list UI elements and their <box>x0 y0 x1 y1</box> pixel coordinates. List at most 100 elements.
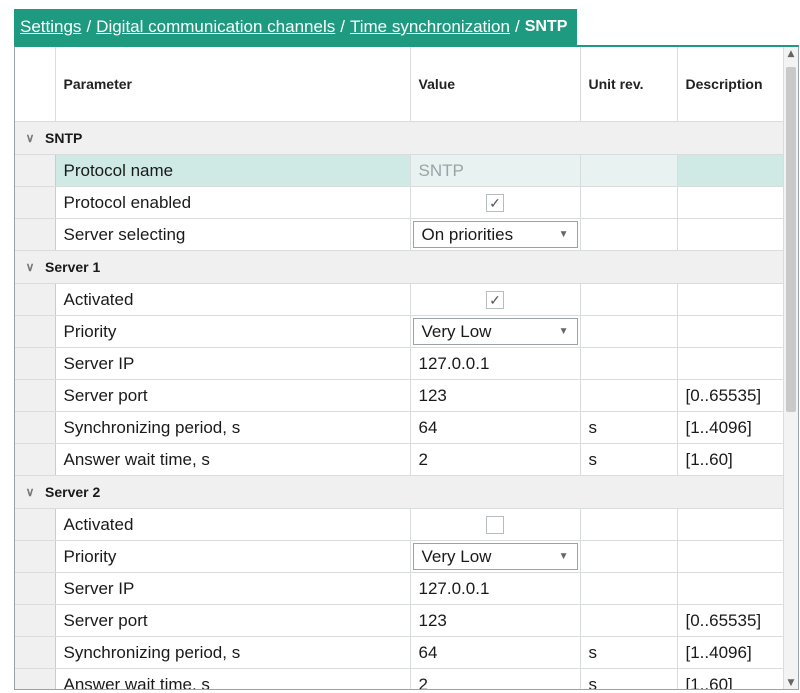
chevron-down-icon[interactable]: ∨ <box>15 485 45 499</box>
check-icon[interactable]: ✓ <box>486 194 504 213</box>
dropdown-value: Very Low <box>421 546 492 566</box>
unit-cell <box>580 572 678 605</box>
row-gutter <box>15 186 56 219</box>
header-parameter[interactable]: Parameter <box>55 47 411 122</box>
row-gutter <box>15 636 56 669</box>
table-row[interactable]: Protocol name SNTP <box>15 154 788 187</box>
unit-cell <box>580 604 678 637</box>
scroll-down-icon[interactable]: ▼ <box>784 676 798 689</box>
header-description[interactable]: Description <box>677 47 788 122</box>
value-cell[interactable]: Very Low ▼ <box>410 540 581 573</box>
breadcrumb-current: SNTP <box>524 18 568 35</box>
group-title: Server 2 <box>45 484 101 500</box>
row-gutter <box>15 668 56 689</box>
row-gutter <box>15 443 56 476</box>
value-cell[interactable]: SNTP <box>410 154 581 187</box>
breadcrumb-time-synchronization[interactable]: Time synchronization <box>350 17 510 37</box>
table-row[interactable]: Synchronizing period, s 64 s [1..4096] <box>15 411 788 444</box>
breadcrumb-separator: / <box>340 17 345 36</box>
table-row[interactable]: Priority Very Low ▼ <box>15 315 788 348</box>
breadcrumb-digital-communication-channels[interactable]: Digital communication channels <box>96 17 335 37</box>
value-dropdown[interactable]: On priorities ▼ <box>412 221 578 248</box>
dropdown-arrow-icon[interactable]: ▼ <box>559 551 569 562</box>
vertical-scrollbar[interactable]: ▲ ▼ <box>783 47 798 689</box>
value-cell[interactable]: ✓ <box>410 283 581 316</box>
parameter-cell: Activated <box>55 283 411 316</box>
scrollbar-thumb[interactable] <box>786 67 796 412</box>
breadcrumb-settings[interactable]: Settings <box>20 17 81 37</box>
parameter-cell: Priority <box>55 315 411 348</box>
table-row[interactable]: Activated ✓ <box>15 283 788 316</box>
table-row[interactable]: Answer wait time, s 2 s [1..60] <box>15 443 788 476</box>
value-cell[interactable]: ✓ <box>410 186 581 219</box>
table-row[interactable]: Answer wait time, s 2 s [1..60] <box>15 668 788 689</box>
parameter-cell: Protocol enabled <box>55 186 411 219</box>
dropdown-arrow-icon[interactable]: ▼ <box>559 229 569 240</box>
parameter-cell: Server port <box>55 604 411 637</box>
checkbox[interactable] <box>486 516 504 535</box>
check-icon[interactable]: ✓ <box>486 291 504 310</box>
table-row[interactable]: Server IP 127.0.0.1 <box>15 572 788 605</box>
description-cell: [0..65535] <box>677 604 788 637</box>
value-cell[interactable]: 127.0.0.1 <box>410 347 581 380</box>
value-cell[interactable] <box>410 508 581 541</box>
unit-cell: s <box>580 636 678 669</box>
value-cell[interactable]: 123 <box>410 379 581 412</box>
parameter-grid: Parameter Value Unit rev. Description ∨ S… <box>14 45 799 690</box>
breadcrumb-separator: / <box>514 17 520 36</box>
value-cell[interactable]: Very Low ▼ <box>410 315 581 348</box>
unit-cell: s <box>580 668 678 689</box>
unit-cell: s <box>580 411 678 444</box>
table-row[interactable]: Activated <box>15 508 788 541</box>
table-header: Parameter Value Unit rev. Description <box>15 47 788 122</box>
unit-cell <box>580 508 678 541</box>
value-cell[interactable]: On priorities ▼ <box>410 218 581 251</box>
dropdown-arrow-icon[interactable]: ▼ <box>559 326 569 337</box>
value-cell[interactable]: 64 <box>410 411 581 444</box>
description-cell <box>677 218 788 251</box>
value-dropdown[interactable]: Very Low ▼ <box>412 318 578 345</box>
value-cell[interactable]: 123 <box>410 604 581 637</box>
value-cell[interactable]: 2 <box>410 668 581 689</box>
group-cell: ∨ Server 2 <box>15 475 787 509</box>
table-row[interactable]: Server IP 127.0.0.1 <box>15 347 788 380</box>
dropdown-value: Very Low <box>421 321 492 341</box>
table-row[interactable]: Server selecting On priorities ▼ <box>15 218 788 251</box>
row-gutter <box>15 572 56 605</box>
value-cell[interactable]: 127.0.0.1 <box>410 572 581 605</box>
group-header: ∨ Server 1 <box>15 251 787 283</box>
value-cell[interactable]: 64 <box>410 636 581 669</box>
table-row[interactable]: Priority Very Low ▼ <box>15 540 788 573</box>
unit-cell <box>580 186 678 219</box>
group-row[interactable]: ∨ Server 1 <box>15 250 787 284</box>
breadcrumb: Settings / Digital communication channel… <box>14 9 578 45</box>
chevron-down-icon[interactable]: ∨ <box>15 260 45 274</box>
group-row[interactable]: ∨ Server 2 <box>15 475 787 509</box>
description-cell: [1..4096] <box>677 636 788 669</box>
parameter-cell: Server IP <box>55 347 411 380</box>
unit-cell <box>580 154 678 187</box>
scroll-up-icon[interactable]: ▲ <box>784 47 798 61</box>
header-unit-rev[interactable]: Unit rev. <box>580 47 678 122</box>
group-row[interactable]: ∨ SNTP <box>15 121 787 155</box>
group-cell: ∨ Server 1 <box>15 250 787 284</box>
value-dropdown[interactable]: Very Low ▼ <box>412 543 578 570</box>
table-row[interactable]: Protocol enabled ✓ <box>15 186 788 219</box>
parameter-cell: Answer wait time, s <box>55 443 411 476</box>
description-cell: [1..60] <box>677 668 788 689</box>
dropdown-value: On priorities <box>421 224 514 244</box>
chevron-down-icon[interactable]: ∨ <box>15 131 45 145</box>
description-cell: [0..65535] <box>677 379 788 412</box>
group-header: ∨ Server 2 <box>15 476 787 508</box>
value-cell[interactable]: 2 <box>410 443 581 476</box>
parameter-cell: Protocol name <box>55 154 411 187</box>
table-row[interactable]: Server port 123 [0..65535] <box>15 604 788 637</box>
description-cell <box>677 154 788 187</box>
group-header: ∨ SNTP <box>15 122 787 154</box>
table-row[interactable]: Server port 123 [0..65535] <box>15 379 788 412</box>
row-gutter <box>15 347 56 380</box>
header-value[interactable]: Value <box>410 47 581 122</box>
unit-cell <box>580 347 678 380</box>
table-row[interactable]: Synchronizing period, s 64 s [1..4096] <box>15 636 788 669</box>
group-title: Server 1 <box>45 259 101 275</box>
